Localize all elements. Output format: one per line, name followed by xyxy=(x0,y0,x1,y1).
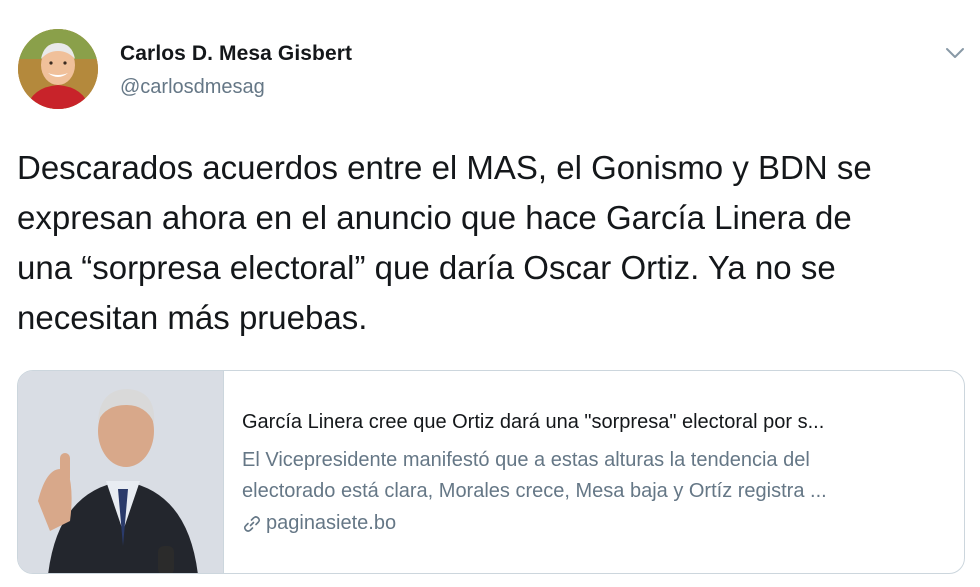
user-handle[interactable]: @carlosdmesag xyxy=(120,76,265,99)
user-name[interactable]: Carlos D. Mesa Gisbert xyxy=(120,42,352,66)
card-domain: paginasiete.bo xyxy=(266,512,397,534)
link-card[interactable]: García Linera cree que Ortiz dará una "s… xyxy=(17,370,965,574)
chevron-down-icon[interactable] xyxy=(943,44,967,62)
link-icon xyxy=(242,514,262,534)
tweet-text: Descarados acuerdos entre el MAS, el Gon… xyxy=(17,149,872,336)
card-title[interactable]: García Linera cree que Ortiz dará una "s… xyxy=(242,411,942,434)
card-image xyxy=(18,371,224,573)
card-description: El Vicepresidente manifestó que a estas … xyxy=(242,449,827,502)
avatar[interactable] xyxy=(18,29,98,109)
card-domain-link[interactable]: paginasiete.bo xyxy=(242,512,396,535)
